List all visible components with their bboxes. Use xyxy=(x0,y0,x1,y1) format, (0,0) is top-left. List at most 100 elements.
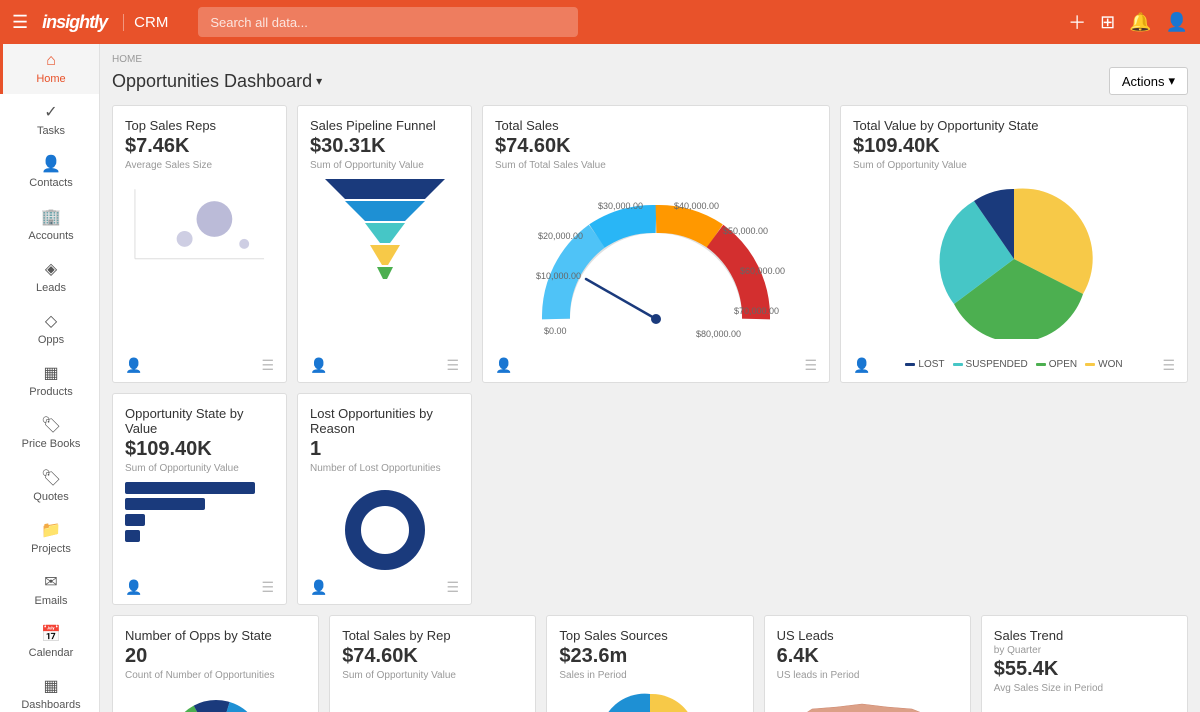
sidebar-item-label: Tasks xyxy=(37,125,65,138)
sidebar-item-dashboards[interactable]: ▦ Dashboards xyxy=(0,668,99,712)
sidebar-item-emails[interactable]: ✉ Emails xyxy=(0,564,99,616)
widget-subtitle-top: by Quarter xyxy=(994,645,1175,656)
sidebar-item-calendar[interactable]: 📅 Calendar xyxy=(0,616,99,668)
us-map xyxy=(777,689,958,712)
actions-button[interactable]: Actions ▾ xyxy=(1109,67,1188,95)
sidebar-item-label: Opps xyxy=(38,334,64,347)
sidebar-item-price-books[interactable]: 🏷 Price Books xyxy=(0,407,99,459)
svg-text:$20,000.00: $20,000.00 xyxy=(538,231,583,241)
svg-text:$60,000.00: $60,000.00 xyxy=(740,266,785,276)
hamburger-menu[interactable]: ☰ xyxy=(12,12,28,33)
widget-subtitle: Sum of Total Sales Value xyxy=(495,160,817,171)
sidebar-item-home[interactable]: ⌂ Home xyxy=(0,44,99,94)
person-icon: 👤 xyxy=(125,579,142,596)
sidebar-item-accounts[interactable]: 🏢 Accounts xyxy=(0,199,99,251)
widget-top-sales-sources: Top Sales Sources $23.6m Sales in Period… xyxy=(546,615,753,712)
tasks-icon: ✓ xyxy=(44,102,57,122)
sidebar-item-projects[interactable]: 📁 Projects xyxy=(0,512,99,564)
bar-row xyxy=(125,482,255,494)
trend-chart xyxy=(994,702,1175,712)
sidebar-item-products[interactable]: ▦ Products xyxy=(0,355,99,407)
sidebar-item-contacts[interactable]: 👤 Contacts xyxy=(0,146,99,198)
breadcrumb: HOME xyxy=(112,54,1188,65)
products-icon: ▦ xyxy=(43,363,58,383)
sidebar-item-label: Products xyxy=(29,386,72,399)
widget-footer: 👤 ☰ xyxy=(310,357,459,374)
widget-total-sales-rep: Total Sales by Rep $74.60K Sum of Opport… xyxy=(329,615,536,712)
widget-footer: 👤 ☰ xyxy=(495,357,817,374)
widget-footer: 👤 ☰ xyxy=(125,357,274,374)
widget-subtitle: Sales in Period xyxy=(559,670,740,681)
menu-icon[interactable]: ☰ xyxy=(446,357,459,374)
widget-value: 20 xyxy=(125,645,306,668)
widget-value: $30.31K xyxy=(310,135,459,158)
projects-icon: 📁 xyxy=(41,520,61,540)
top-sales-chart xyxy=(125,179,274,269)
person-icon: 👤 xyxy=(495,357,512,374)
widget-subtitle: Sum of Opportunity Value xyxy=(125,463,274,474)
widget-subtitle: Count of Number of Opportunities xyxy=(125,670,306,681)
home-icon: ⌂ xyxy=(46,52,56,70)
dashboard-row-1: Top Sales Reps $7.46K Average Sales Size… xyxy=(112,105,1188,383)
person-icon: 👤 xyxy=(310,357,327,374)
dropdown-arrow-icon[interactable]: ▾ xyxy=(316,74,322,88)
donut-chart-state xyxy=(125,689,306,712)
widget-subtitle: Sum of Opportunity Value xyxy=(853,160,1175,171)
sidebar-item-opps[interactable]: ◇ Opps xyxy=(0,303,99,355)
svg-text:$30,000.00: $30,000.00 xyxy=(598,201,643,211)
sidebar-item-label: Home xyxy=(36,73,65,86)
sidebar-item-label: Calendar xyxy=(29,647,74,660)
widget-footer: 👤 ☰ xyxy=(853,357,1175,374)
contacts-icon: 👤 xyxy=(41,154,61,174)
accounts-icon: 🏢 xyxy=(41,207,61,227)
sidebar-item-tasks[interactable]: ✓ Tasks xyxy=(0,94,99,146)
widget-value: $109.40K xyxy=(125,438,274,461)
emails-icon: ✉ xyxy=(44,572,57,592)
widget-title: Opportunity State by Value xyxy=(125,406,274,436)
top-navigation: ☰ insightly CRM ＋ ⊞ 🔔 👤 xyxy=(0,0,1200,44)
actions-chevron-icon: ▾ xyxy=(1168,73,1175,89)
nav-icons-group: ＋ ⊞ 🔔 👤 xyxy=(1068,9,1188,35)
funnel-chart xyxy=(310,179,459,279)
menu-icon[interactable]: ☰ xyxy=(261,579,274,596)
widget-title: Total Sales by Rep xyxy=(342,628,523,643)
menu-icon[interactable]: ☰ xyxy=(1162,357,1175,374)
svg-text:$50,000.00: $50,000.00 xyxy=(723,226,768,236)
widget-total-value-opp-state: Total Value by Opportunity State $109.40… xyxy=(840,105,1188,383)
widget-value: 6.4K xyxy=(777,645,958,668)
app-crm-label: CRM xyxy=(123,14,168,31)
widget-value: $7.46K xyxy=(125,135,274,158)
widget-footer: 👤 ☰ xyxy=(310,579,459,596)
widget-title: Number of Opps by State xyxy=(125,628,306,643)
sidebar-item-quotes[interactable]: 🏷 Quotes xyxy=(0,460,99,512)
global-search-input[interactable] xyxy=(198,7,578,37)
widget-sales-pipeline: Sales Pipeline Funnel $30.31K Sum of Opp… xyxy=(297,105,472,383)
widget-opp-state-value: Opportunity State by Value $109.40K Sum … xyxy=(112,393,287,605)
pricebooks-icon: 🏷 xyxy=(41,415,61,435)
widget-value: 1 xyxy=(310,438,459,461)
add-icon[interactable]: ＋ xyxy=(1068,9,1086,35)
person-icon: 👤 xyxy=(310,579,327,596)
menu-icon[interactable]: ☰ xyxy=(446,579,459,596)
bar-row xyxy=(125,498,205,510)
widget-num-opps-state: Number of Opps by State 20 Count of Numb… xyxy=(112,615,319,712)
bar-chart-rep xyxy=(342,689,523,712)
gauge-chart: $0.00 $10,000.00 $20,000.00 $30,000.00 $… xyxy=(495,179,817,339)
widget-subtitle: US leads in Period xyxy=(777,670,958,681)
widget-subtitle: Number of Lost Opportunities xyxy=(310,463,459,474)
widget-top-sales-reps: Top Sales Reps $7.46K Average Sales Size… xyxy=(112,105,287,383)
quotes-icon: 🏷 xyxy=(41,468,61,488)
svg-text:$80,000.00: $80,000.00 xyxy=(696,329,741,339)
notification-icon[interactable]: 🔔 xyxy=(1129,12,1151,33)
sidebar-item-leads[interactable]: ◈ Leads xyxy=(0,251,99,303)
page-header: Opportunities Dashboard ▾ Actions ▾ xyxy=(112,67,1188,95)
svg-text:$10,000.00: $10,000.00 xyxy=(536,271,581,281)
user-avatar-icon[interactable]: 👤 xyxy=(1166,12,1188,33)
widget-subtitle: Avg Sales Size in Period xyxy=(994,683,1175,694)
menu-icon[interactable]: ☰ xyxy=(804,357,817,374)
menu-icon[interactable]: ☰ xyxy=(261,357,274,374)
grid-icon[interactable]: ⊞ xyxy=(1100,12,1115,33)
sidebar-item-label: Leads xyxy=(36,282,66,295)
widget-value: $55.4K xyxy=(994,658,1175,681)
widget-us-leads: US Leads 6.4K US leads in Period 👤 xyxy=(764,615,971,712)
